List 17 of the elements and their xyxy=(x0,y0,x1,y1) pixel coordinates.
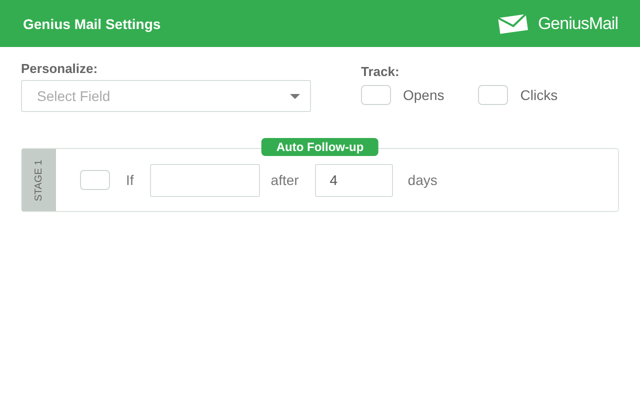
checkbox[interactable] xyxy=(361,85,391,105)
after-label: after xyxy=(270,172,299,188)
if-label: If xyxy=(126,172,134,188)
checkbox-label: Opens xyxy=(403,87,444,103)
stage-label: STAGE 1 xyxy=(34,159,44,201)
condition-input[interactable] xyxy=(150,164,260,196)
window-title: Genius Mail Settings xyxy=(23,16,161,32)
logo-text: GeniusMail xyxy=(538,14,618,34)
caret-icon xyxy=(290,94,300,98)
checkbox-label: Clicks xyxy=(520,87,558,103)
track-label: Track: xyxy=(361,64,400,79)
personalize-label: Personalize: xyxy=(21,61,99,76)
days-label: days xyxy=(408,172,438,188)
checkbox[interactable] xyxy=(478,85,508,105)
days-input[interactable]: 4 xyxy=(314,164,393,196)
checkbox[interactable] xyxy=(80,170,110,190)
auto-follow-up-badge: Auto Follow-up xyxy=(261,138,379,156)
